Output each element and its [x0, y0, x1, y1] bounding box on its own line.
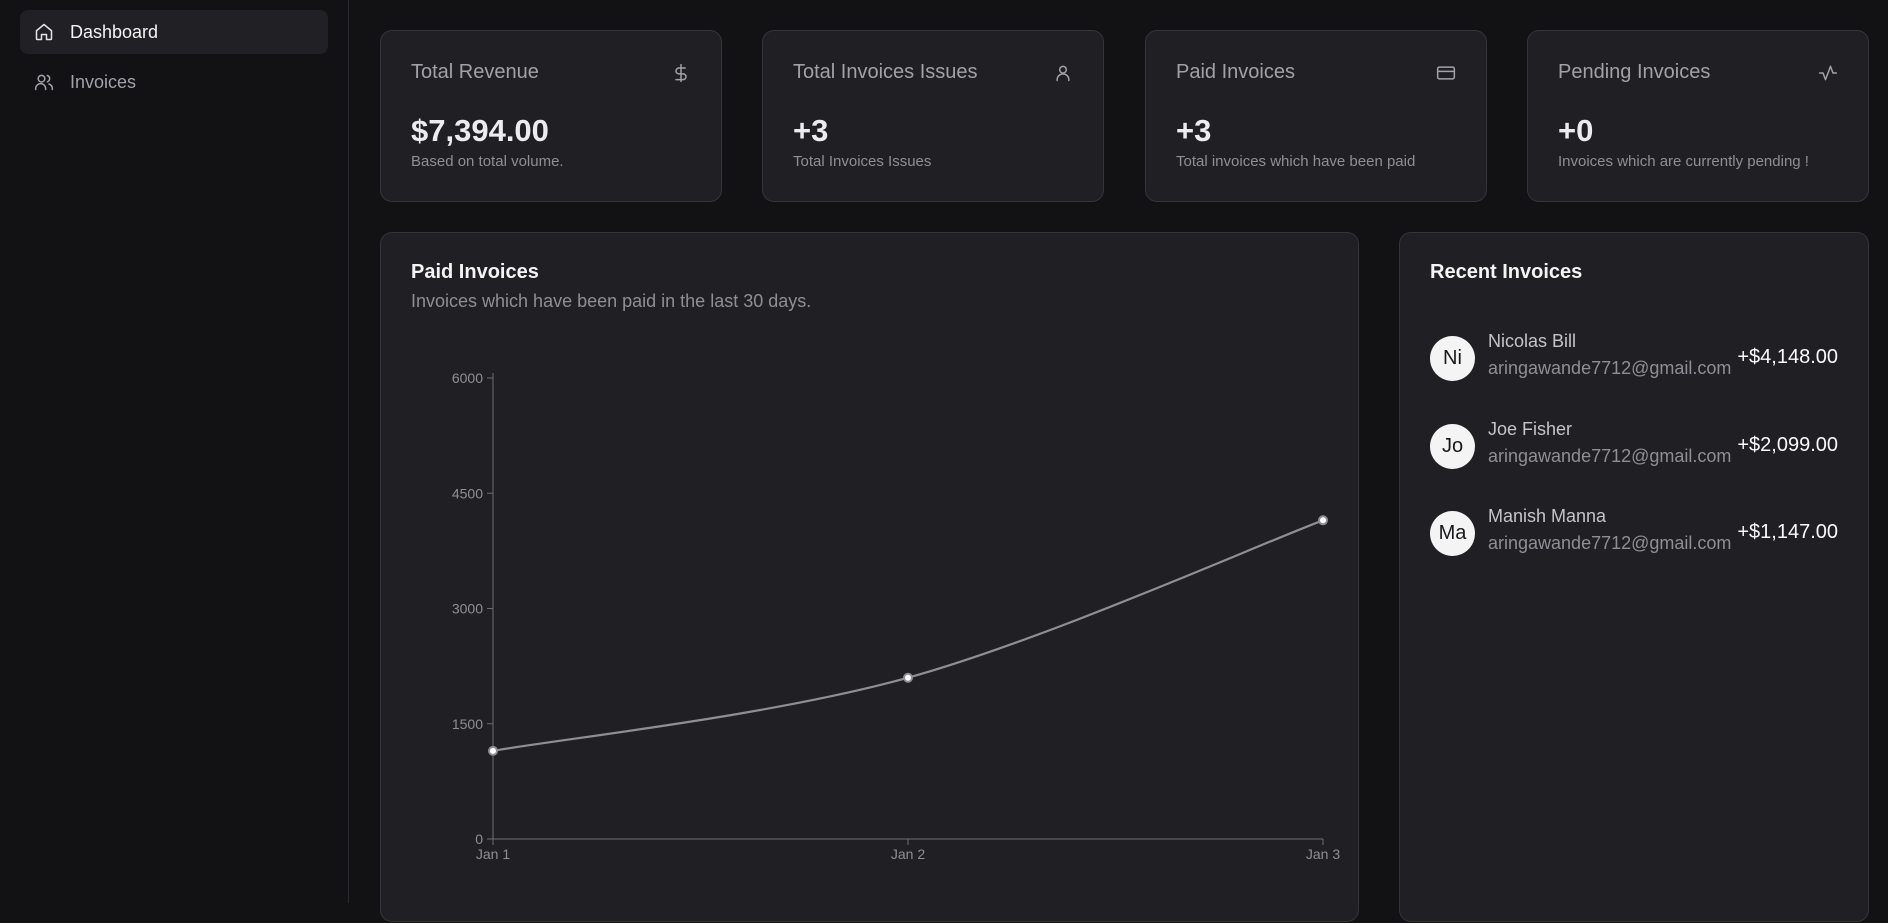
sidebar-item-label: Dashboard [70, 21, 159, 42]
data-point [903, 672, 913, 683]
stat-description: Total invoices which have been paid [1176, 153, 1416, 170]
stat-card-pending-invoices: Pending Invoices +0 Invoices which are c… [1527, 30, 1869, 202]
stat-description: Invoices which are currently pending ! [1558, 153, 1809, 170]
series-line [492, 519, 1324, 752]
stat-title: Pending Invoices [1558, 61, 1711, 83]
users-icon [34, 74, 54, 91]
y-tick-label: 4500 [452, 485, 483, 501]
stat-title: Total Revenue [411, 61, 539, 83]
x-tick-label: Jan 3 [1306, 846, 1340, 862]
stat-description: Total Invoices Issues [793, 153, 932, 170]
invoice-customer-name: Nicolas Bill [1488, 331, 1577, 351]
invoice-customer-name: Manish Manna [1488, 506, 1607, 526]
invoice-customer-email: aringawande7712@gmail.com [1488, 533, 1732, 553]
invoice-amount: +$4,148.00 [1737, 346, 1838, 368]
stat-value: +0 [1558, 113, 1594, 148]
recent-invoices-title: Recent Invoices [1430, 261, 1583, 283]
data-point [1318, 515, 1328, 526]
invoice-amount: +$1,147.00 [1737, 521, 1838, 543]
y-tick-label: 6000 [452, 370, 483, 386]
stat-card-total-invoices: Total Invoices Issues +3 Total Invoices … [762, 30, 1104, 202]
sidebar-item-invoices[interactable]: Invoices [20, 60, 328, 104]
x-tick-label: Jan 1 [476, 846, 510, 862]
sidebar-item-dashboard[interactable]: Dashboard [20, 10, 328, 54]
y-tick-label: 1500 [452, 716, 483, 732]
sidebar-item-label: Invoices [70, 71, 137, 92]
data-point [488, 745, 498, 756]
dollar-icon [675, 63, 687, 83]
recent-invoices-card: Recent Invoices Ni Nicolas Bill aringawa… [1399, 232, 1869, 922]
stat-card-paid-invoices: Paid Invoices +3 Total invoices which ha… [1145, 30, 1487, 202]
paid-invoices-chart-card: Paid Invoices Invoices which have been p… [380, 232, 1359, 922]
activity-icon [1818, 65, 1838, 81]
avatar: Jo [1430, 424, 1475, 469]
recent-invoice-item: Jo Joe Fisher aringawande7712@gmail.com … [1430, 419, 1838, 475]
sidebar: Dashboard Invoices [0, 0, 349, 903]
x-tick-label: Jan 2 [891, 846, 925, 862]
recent-invoice-item: Ma Manish Manna aringawande7712@gmail.co… [1430, 506, 1838, 562]
user-icon [1056, 65, 1070, 82]
invoice-amount: +$2,099.00 [1737, 434, 1838, 456]
stat-value: +3 [1176, 113, 1212, 148]
avatar: Ni [1430, 336, 1475, 381]
stat-description: Based on total volume. [411, 153, 564, 170]
stat-title: Paid Invoices [1176, 61, 1295, 83]
invoice-customer-name: Joe Fisher [1488, 419, 1573, 439]
invoice-customer-email: aringawande7712@gmail.com [1488, 446, 1732, 466]
stat-card-total-revenue: Total Revenue $7,394.00 Based on total v… [380, 30, 722, 202]
home-icon [35, 23, 53, 41]
avatar: Ma [1430, 511, 1475, 556]
y-tick-label: 0 [475, 831, 483, 847]
y-tick-label: 3000 [452, 601, 483, 617]
credit-card-icon [1436, 66, 1456, 80]
recent-invoice-item: Ni Nicolas Bill aringawande7712@gmail.co… [1430, 331, 1838, 387]
paid-invoices-line-chart: 0 1500 3000 4500 6000 Jan 1 Jan 2 Jan 3 [452, 370, 1340, 862]
stat-value: $7,394.00 [411, 113, 549, 148]
stat-value: +3 [793, 113, 829, 148]
stat-title: Total Invoices Issues [793, 61, 978, 83]
invoice-customer-email: aringawande7712@gmail.com [1488, 358, 1732, 378]
